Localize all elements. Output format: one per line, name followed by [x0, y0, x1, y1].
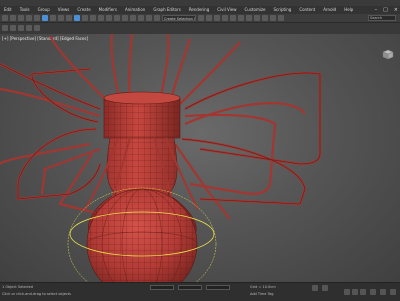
- minimize-icon[interactable]: –: [375, 6, 378, 14]
- orbit-icon[interactable]: [380, 289, 386, 295]
- collar: [103, 91, 181, 139]
- scale-icon[interactable]: [90, 15, 96, 21]
- x-coord-field[interactable]: [150, 285, 174, 290]
- rect-selection-icon[interactable]: [58, 15, 64, 21]
- rendered-frame-icon[interactable]: [270, 15, 276, 21]
- select-by-name-icon[interactable]: [50, 15, 56, 21]
- selection-count: 1 Object Selected: [2, 285, 34, 289]
- render-setup-icon[interactable]: [262, 15, 268, 21]
- set-key-icon[interactable]: [322, 285, 328, 291]
- ribbon-freeform-tab-icon[interactable]: [10, 25, 16, 31]
- menu-views[interactable]: Views: [54, 6, 74, 14]
- add-time-tag[interactable]: Add Time Tag: [250, 292, 274, 296]
- status-bar: 1 Object Selected Click or click-and-dra…: [0, 282, 400, 301]
- rod-arms-left: [0, 63, 102, 216]
- percent-snap-icon[interactable]: [138, 15, 144, 21]
- ribbon-selection-tab-icon[interactable]: [18, 25, 24, 31]
- select-object-icon[interactable]: [42, 15, 48, 21]
- mirror-icon[interactable]: [198, 15, 204, 21]
- ribbon-toggle-icon[interactable]: [230, 15, 236, 21]
- menu-tools[interactable]: Tools: [16, 6, 34, 14]
- menu-civil-view[interactable]: Civil View: [213, 6, 240, 14]
- scene-explorer-icon[interactable]: [214, 15, 220, 21]
- play-next-icon[interactable]: [360, 289, 366, 295]
- schematic-view-icon[interactable]: [246, 15, 252, 21]
- main-toolbar: Create Selection Set: [0, 14, 400, 23]
- menu-modifiers[interactable]: Modifiers: [95, 6, 121, 14]
- link-icon[interactable]: [18, 15, 24, 21]
- undo-icon[interactable]: [2, 15, 8, 21]
- prompt-line: Click or click-and-drag to select object…: [2, 292, 71, 296]
- reference-coord-icon[interactable]: [106, 15, 112, 21]
- viewcube-icon[interactable]: [380, 48, 396, 60]
- menu-edit[interactable]: Edit: [0, 6, 16, 14]
- redo-icon[interactable]: [10, 15, 16, 21]
- pivot-icon[interactable]: [114, 15, 120, 21]
- ribbon-object-paint-icon[interactable]: [26, 25, 32, 31]
- angle-snap-icon[interactable]: [130, 15, 136, 21]
- menu-rendering[interactable]: Rendering: [185, 6, 213, 14]
- play-prev-icon[interactable]: [344, 289, 350, 295]
- maximize-viewport-icon[interactable]: [390, 289, 396, 295]
- menu-animation[interactable]: Animation: [121, 6, 149, 14]
- menu-scripting[interactable]: Scripting: [270, 6, 296, 14]
- maximize-icon[interactable]: □: [383, 6, 388, 14]
- rod-arms-right: [168, 38, 322, 220]
- menu-help[interactable]: Help: [340, 6, 357, 14]
- layer-explorer-icon[interactable]: [222, 15, 228, 21]
- placement-icon[interactable]: [98, 15, 104, 21]
- y-coord-field[interactable]: [178, 285, 202, 290]
- grid-size: Grid = 10.0cm: [250, 285, 276, 289]
- bind-space-warp-icon[interactable]: [34, 15, 40, 21]
- zoom-icon[interactable]: [370, 289, 376, 295]
- material-editor-icon[interactable]: [254, 15, 260, 21]
- auto-key-icon[interactable]: [312, 285, 318, 291]
- render-icon[interactable]: [278, 15, 284, 21]
- perspective-viewport[interactable]: [+] [Perspective] [Standard] [Edged Face…: [0, 34, 400, 282]
- move-icon[interactable]: [74, 15, 80, 21]
- play-icon[interactable]: [352, 289, 358, 295]
- edit-named-sets-icon[interactable]: [154, 15, 160, 21]
- menu-group[interactable]: Group: [34, 6, 54, 14]
- rod-arms-left-shadow: [0, 63, 101, 200]
- rotate-icon[interactable]: [82, 15, 88, 21]
- mesh-render: [0, 34, 322, 282]
- menu-arnold[interactable]: Arnold: [319, 6, 340, 14]
- close-icon[interactable]: ×: [394, 6, 398, 14]
- menu-graph-editors[interactable]: Graph Editors: [149, 6, 184, 14]
- unlink-icon[interactable]: [26, 15, 32, 21]
- snaps-icon[interactable]: [122, 15, 128, 21]
- ribbon-modeling-tab-icon[interactable]: [2, 25, 8, 31]
- menu-bar: Edit Tools Group Views Create Modifiers …: [0, 6, 400, 14]
- menu-create[interactable]: Create: [73, 6, 94, 14]
- align-icon[interactable]: [206, 15, 212, 21]
- window-controls: – □ ×: [375, 6, 398, 14]
- curve-editor-icon[interactable]: [238, 15, 244, 21]
- search-input[interactable]: Search: [368, 15, 396, 21]
- z-coord-field[interactable]: [206, 285, 230, 290]
- window-crossing-icon[interactable]: [66, 15, 72, 21]
- selection-set-dropdown[interactable]: Create Selection Set: [162, 15, 196, 21]
- menu-content[interactable]: Content: [295, 6, 319, 14]
- spinner-snap-icon[interactable]: [146, 15, 152, 21]
- ribbon-populate-icon[interactable]: [34, 25, 40, 31]
- menu-customize[interactable]: Customize: [241, 6, 270, 14]
